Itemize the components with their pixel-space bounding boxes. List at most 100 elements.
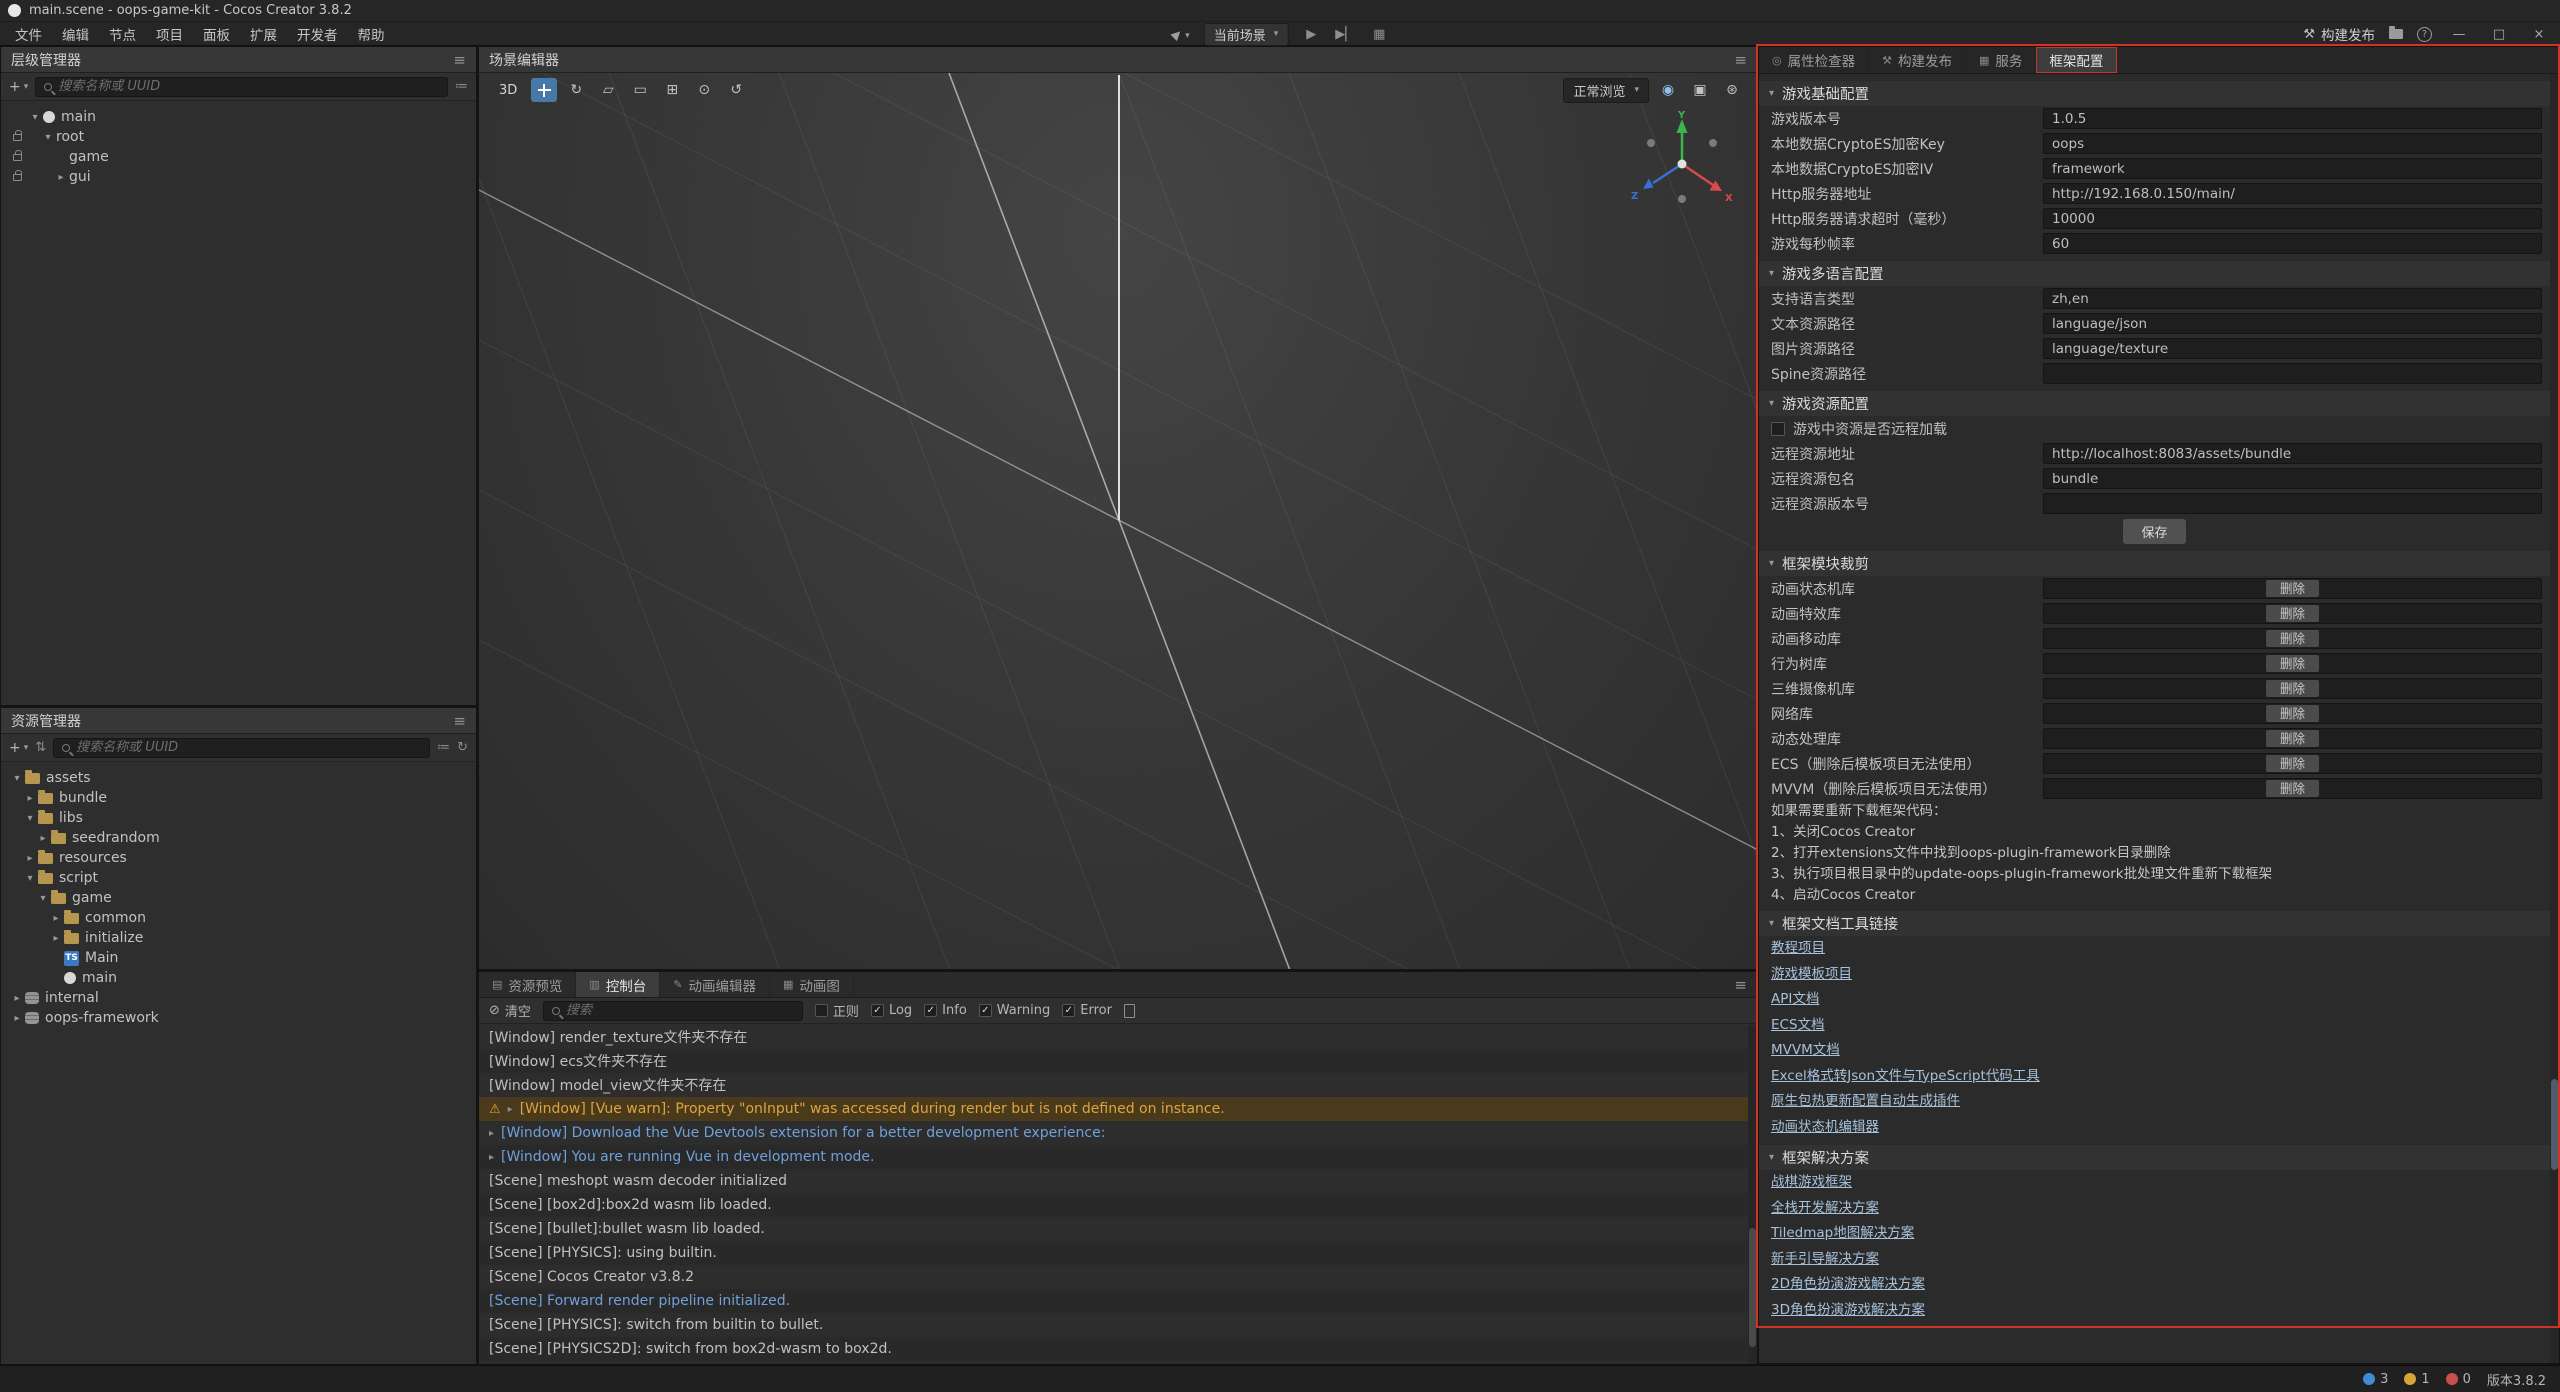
hierarchy-search-input[interactable] (58, 79, 439, 94)
log-count-badge[interactable]: 3 (2363, 1372, 2388, 1387)
log-row-info[interactable]: ▸[Window] You are running Vue in develop… (479, 1145, 1757, 1169)
link-ecs-docs[interactable]: ECS文档 (1771, 1013, 1825, 1039)
asset-node-resources[interactable]: ▸resources (1, 848, 476, 868)
section-language-config[interactable]: ▾游戏多语言配置 (1759, 261, 2550, 286)
view-mode-dropdown[interactable]: 正常浏览 ▾ (1563, 78, 1649, 103)
open-log-file-icon[interactable] (1124, 1004, 1135, 1018)
link-tutorial-project[interactable]: 教程项目 (1771, 936, 1825, 962)
assets-sort-icon[interactable]: ⇅ (35, 740, 46, 755)
minimize-button[interactable]: — (2446, 27, 2472, 42)
section-basic-config[interactable]: ▾游戏基础配置 (1759, 81, 2550, 106)
scene-menu-icon[interactable]: ≡ (1734, 51, 1747, 69)
log-row[interactable]: [Scene] Cocos Creator v3.8.2 (479, 1265, 1757, 1289)
transform-rotate-tool[interactable]: ↻ (563, 78, 589, 102)
hierarchy-menu-icon[interactable]: ≡ (453, 51, 466, 69)
link-animator-editor[interactable]: 动画状态机编辑器 (1771, 1115, 1879, 1141)
transform-move-tool[interactable] (531, 78, 557, 102)
field-remote-bundle[interactable] (2043, 468, 2542, 489)
field-crypto-iv[interactable] (2043, 158, 2542, 179)
log-row-warning[interactable]: ⚠▸[Window] [Vue warn]: Property "onInput… (479, 1097, 1757, 1121)
assets-refresh-icon[interactable]: ↻ (457, 740, 468, 755)
link-tiledmap-solution[interactable]: Tiledmap地图解决方案 (1771, 1221, 1914, 1247)
link-wargame-framework[interactable]: 战棋游戏框架 (1771, 1170, 1852, 1196)
menu-project[interactable]: 项目 (147, 22, 192, 46)
save-button[interactable]: 保存 (2123, 519, 2185, 544)
expander-icon[interactable]: ▸ (489, 1152, 494, 1163)
log-row-info[interactable]: [Scene] Forward render pipeline initiali… (479, 1289, 1757, 1313)
asset-node-game[interactable]: ▾game (1, 888, 476, 908)
assets-add-button[interactable]: + ▾ (9, 740, 28, 756)
help-icon[interactable]: ? (2417, 27, 2432, 42)
transform-scale-tool[interactable]: ▱ (595, 78, 621, 102)
layout-grid-icon[interactable]: ▦ (1368, 27, 1390, 42)
field-spine-path[interactable] (2043, 363, 2542, 384)
console-search-input[interactable] (566, 1003, 794, 1018)
close-button[interactable]: × (2526, 27, 2552, 42)
section-doc-links[interactable]: ▾框架文档工具链接 (1759, 911, 2550, 936)
asset-node-script[interactable]: ▾script (1, 868, 476, 888)
asset-node-seedrandom[interactable]: ▸seedrandom (1, 828, 476, 848)
link-template-project[interactable]: 游戏模板项目 (1771, 962, 1852, 988)
console-scrollbar[interactable] (1748, 1025, 1757, 1364)
asset-node-libs[interactable]: ▾libs (1, 808, 476, 828)
link-api-docs[interactable]: API文档 (1771, 987, 1819, 1013)
field-text-path[interactable] (2043, 313, 2542, 334)
assets-search-input[interactable] (76, 740, 421, 755)
menu-extension[interactable]: 扩展 (241, 22, 286, 46)
asset-node-bundle[interactable]: ▸bundle (1, 788, 476, 808)
field-http-server[interactable] (2043, 183, 2542, 204)
link-hotupdate-plugin[interactable]: 原生包热更新配置自动生成插件 (1771, 1089, 1960, 1115)
filter-warning-checkbox[interactable]: ✓Warning (979, 1003, 1050, 1018)
menu-developer[interactable]: 开发者 (288, 22, 347, 46)
projection-3d-toggle[interactable]: 3D (491, 78, 525, 102)
menu-node[interactable]: 节点 (100, 22, 145, 46)
menu-edit[interactable]: 编辑 (53, 22, 98, 46)
log-row[interactable]: [Scene] [PHYSICS]: switch from builtin t… (479, 1313, 1757, 1337)
expander-icon[interactable]: ▾ (40, 132, 56, 143)
lock-icon[interactable] (7, 154, 27, 161)
link-2d-rpg-solution[interactable]: 2D角色扮演游戏解决方案 (1771, 1272, 1925, 1298)
remote-load-checkbox[interactable] (1771, 422, 1785, 436)
hierarchy-node-root[interactable]: ▾ root (1, 127, 476, 147)
axis-gizmo[interactable]: Y X Z (1627, 109, 1737, 219)
filter-log-checkbox[interactable]: ✓Log (871, 1003, 912, 1018)
log-row[interactable]: [Scene] [box2d]:box2d wasm lib loaded. (479, 1193, 1757, 1217)
scene-settings-icon[interactable]: ⊛ (1719, 78, 1745, 102)
field-fps[interactable] (2043, 233, 2542, 254)
console-clear-button[interactable]: ⊘清空 (489, 1001, 531, 1020)
maximize-button[interactable]: □ (2486, 27, 2512, 42)
link-guide-solution[interactable]: 新手引导解决方案 (1771, 1247, 1879, 1273)
field-remote-url[interactable] (2043, 443, 2542, 464)
inspector-scrollbar[interactable] (2550, 74, 2559, 1363)
field-http-timeout[interactable] (2043, 208, 2542, 229)
delete-module-camera-button[interactable]: 删除 (2266, 680, 2319, 697)
asset-node-assets[interactable]: ▾assets (1, 768, 476, 788)
delete-module-ecs-button[interactable]: 删除 (2266, 755, 2319, 772)
tab-property-inspector[interactable]: ◎属性检查器 (1759, 47, 1869, 73)
delete-module-effect-button[interactable]: 删除 (2266, 605, 2319, 622)
menu-help[interactable]: 帮助 (349, 22, 394, 46)
console-menu-icon[interactable]: ≡ (1734, 976, 1757, 994)
log-row[interactable]: [Window] model_view文件夹不存在 (479, 1073, 1757, 1097)
link-fullstack-solution[interactable]: 全栈开发解决方案 (1771, 1196, 1879, 1222)
open-project-folder-icon[interactable] (2389, 25, 2403, 43)
log-row[interactable]: [Window] render_texture文件夹不存在 (479, 1025, 1757, 1049)
log-row[interactable]: [Scene] [PHYSICS]: using builtin. (479, 1241, 1757, 1265)
expander-icon[interactable]: ▸ (53, 172, 69, 183)
filter-info-checkbox[interactable]: ✓Info (924, 1003, 967, 1018)
filter-error-checkbox[interactable]: ✓Error (1062, 1003, 1112, 1018)
build-publish-button[interactable]: ⚒ 构建发布 (2303, 24, 2375, 44)
log-row[interactable]: [Scene] [bullet]:bullet wasm lib loaded. (479, 1217, 1757, 1241)
section-module-trim[interactable]: ▾框架模块裁剪 (1759, 551, 2550, 576)
delete-module-mvvm-button[interactable]: 删除 (2266, 780, 2319, 797)
hierarchy-node-gui[interactable]: ▸ gui (1, 167, 476, 187)
link-3d-rpg-solution[interactable]: 3D角色扮演游戏解决方案 (1771, 1298, 1925, 1324)
tab-animation-graph[interactable]: ▦动画图 (770, 972, 854, 997)
transform-gizmo-tool[interactable]: ⊞ (659, 78, 685, 102)
tab-asset-preview[interactable]: ▤资源预览 (479, 972, 576, 997)
asset-node-internal[interactable]: ▸internal (1, 988, 476, 1008)
menu-file[interactable]: 文件 (6, 22, 51, 46)
log-row[interactable]: [Scene] [PHYSICS2D]: switch from box2d-w… (479, 1337, 1757, 1361)
error-count-badge[interactable]: 0 (2446, 1372, 2471, 1387)
field-image-path[interactable] (2043, 338, 2542, 359)
